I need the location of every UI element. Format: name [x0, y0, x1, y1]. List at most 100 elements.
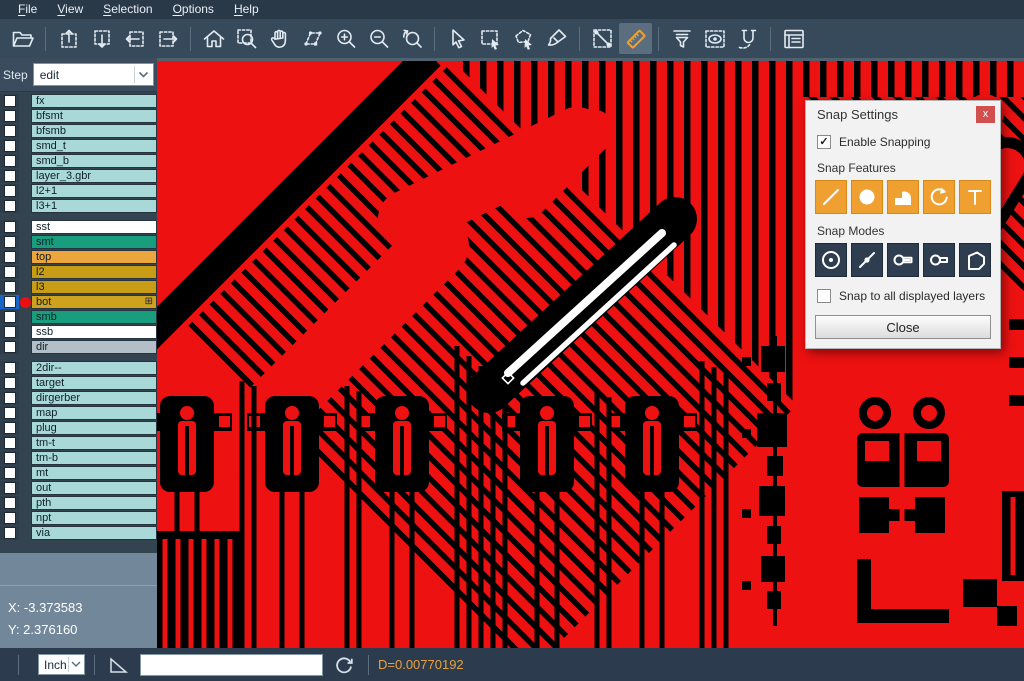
snap-pad-icon[interactable] [851, 180, 883, 214]
view-options-icon[interactable] [698, 23, 731, 54]
zoom-out-icon[interactable] [362, 23, 395, 54]
layer-visibility-checkbox[interactable] [4, 95, 16, 107]
layer-visibility-checkbox[interactable] [4, 140, 16, 152]
layer-visibility-checkbox[interactable] [4, 407, 16, 419]
layer-name[interactable]: top [31, 250, 157, 264]
layer-visibility-checkbox[interactable] [4, 326, 16, 338]
layer-visibility-checkbox[interactable] [4, 251, 16, 263]
layer-visibility-checkbox[interactable] [4, 200, 16, 212]
snap-contour-icon[interactable] [959, 243, 991, 277]
zoom-area-icon[interactable] [296, 23, 329, 54]
refresh-measure-icon[interactable] [331, 653, 357, 677]
layer-name[interactable]: target [31, 376, 157, 390]
zoom-previous-icon[interactable] [395, 23, 428, 54]
home-view-icon[interactable] [197, 23, 230, 54]
layer-visibility-checkbox[interactable] [4, 362, 16, 374]
layer-visibility-checkbox[interactable] [4, 392, 16, 404]
open-file-icon[interactable] [6, 23, 39, 54]
layer-name[interactable]: pth [31, 496, 157, 510]
snap-midpoint-icon[interactable] [851, 243, 883, 277]
pan-down-icon[interactable] [85, 23, 118, 54]
layer-name[interactable]: smd_t [31, 139, 157, 153]
highlight-brush-icon[interactable] [540, 23, 573, 54]
filter-icon[interactable] [665, 23, 698, 54]
layer-visibility-checkbox[interactable] [4, 497, 16, 509]
layer-visibility-checkbox[interactable] [4, 437, 16, 449]
layer-name[interactable]: bfsmb [31, 124, 157, 138]
layer-name[interactable]: bfsmt [31, 109, 157, 123]
select-rectangle-icon[interactable] [474, 23, 507, 54]
layer-name[interactable]: smd_b [31, 154, 157, 168]
measure-input[interactable] [140, 654, 323, 676]
measure-point-to-point-icon[interactable] [586, 23, 619, 54]
snap-feature-icon[interactable] [923, 243, 955, 277]
layer-visibility-checkbox[interactable] [4, 482, 16, 494]
snap-arc-icon[interactable] [923, 180, 955, 214]
snap-center-icon[interactable] [815, 243, 847, 277]
layer-name[interactable]: l2 [31, 265, 157, 279]
layer-name[interactable]: dir [31, 340, 157, 354]
snap-magnet-icon[interactable] [731, 23, 764, 54]
layer-visibility-checkbox[interactable] [4, 281, 16, 293]
layer-name[interactable]: plug [31, 421, 157, 435]
layer-name[interactable]: tm-t [31, 436, 157, 450]
layer-name[interactable]: l2+1 [31, 184, 157, 198]
pan-right-icon[interactable] [151, 23, 184, 54]
query-form-icon[interactable] [777, 23, 810, 54]
layer-name[interactable]: dirgerber [31, 391, 157, 405]
layer-visibility-checkbox[interactable] [4, 341, 16, 353]
layer-visibility-checkbox[interactable] [4, 452, 16, 464]
layer-name[interactable]: l3 [31, 280, 157, 294]
snap-line-icon[interactable] [815, 180, 847, 214]
layer-name[interactable]: npt [31, 511, 157, 525]
layer-visibility-checkbox[interactable] [4, 512, 16, 524]
layer-name[interactable]: sst [31, 220, 157, 234]
select-cursor-icon[interactable] [441, 23, 474, 54]
step-select[interactable]: edit [33, 63, 154, 86]
layer-visibility-checkbox[interactable] [4, 311, 16, 323]
layer-name[interactable]: via [31, 526, 157, 540]
layer-visibility-checkbox[interactable] [4, 185, 16, 197]
layer-name[interactable]: tm-b [31, 451, 157, 465]
menu-options[interactable]: Options [163, 1, 224, 18]
snap-all-layers-checkbox[interactable] [817, 289, 831, 303]
layer-name[interactable]: smt [31, 235, 157, 249]
layer-name[interactable]: 2dir-- [31, 361, 157, 375]
zoom-window-icon[interactable] [230, 23, 263, 54]
close-button[interactable]: Close [815, 315, 991, 339]
menu-file[interactable]: File [8, 1, 47, 18]
unit-select[interactable]: Inch [38, 654, 85, 675]
ruler-measure-icon[interactable] [619, 23, 652, 54]
layer-name[interactable]: bot ⊞ [31, 295, 157, 309]
layer-name[interactable]: smb [31, 310, 157, 324]
layer-name[interactable]: l3+1 [31, 199, 157, 213]
layer-visibility-checkbox[interactable] [4, 125, 16, 137]
layer-visibility-checkbox[interactable] [4, 422, 16, 434]
select-polygon-icon[interactable] [507, 23, 540, 54]
layer-visibility-checkbox[interactable] [4, 155, 16, 167]
layer-name[interactable]: layer_3.gbr [31, 169, 157, 183]
layer-visibility-checkbox[interactable] [4, 236, 16, 248]
pan-up-icon[interactable] [52, 23, 85, 54]
layer-visibility-checkbox[interactable] [4, 527, 16, 539]
layer-name[interactable]: mt [31, 466, 157, 480]
layer-visibility-checkbox[interactable] [4, 377, 16, 389]
layer-name[interactable]: map [31, 406, 157, 420]
layer-visibility-checkbox[interactable] [4, 266, 16, 278]
enable-snapping-checkbox[interactable]: ✓ [817, 135, 831, 149]
menu-selection[interactable]: Selection [93, 1, 162, 18]
layer-visibility-checkbox[interactable] [4, 296, 16, 308]
snap-feature-slot-icon[interactable] [887, 243, 919, 277]
layer-visibility-checkbox[interactable] [4, 467, 16, 479]
layer-visibility-checkbox[interactable] [4, 110, 16, 122]
layer-name[interactable]: fx [31, 94, 157, 108]
menu-view[interactable]: View [47, 1, 93, 18]
zoom-in-icon[interactable] [329, 23, 362, 54]
menu-help[interactable]: Help [224, 1, 269, 18]
dialog-title-bar[interactable]: Snap Settings x [806, 101, 1000, 127]
snap-text-icon[interactable] [959, 180, 991, 214]
layer-name[interactable]: ssb [31, 325, 157, 339]
snap-surface-icon[interactable] [887, 180, 919, 214]
pan-left-icon[interactable] [118, 23, 151, 54]
layer-visibility-checkbox[interactable] [4, 221, 16, 233]
